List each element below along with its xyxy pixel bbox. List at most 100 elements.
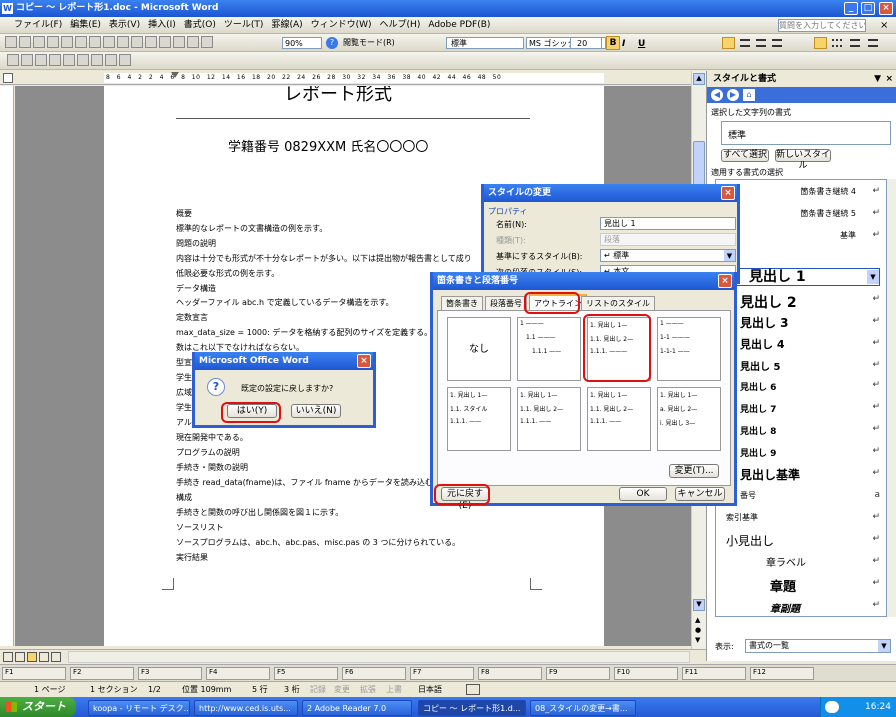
no-button[interactable]: いいえ(N) bbox=[291, 404, 341, 418]
style-item[interactable]: 見出し 9 bbox=[740, 446, 776, 459]
ruler-corner-icon[interactable] bbox=[3, 73, 13, 83]
fkey-button[interactable]: F4 bbox=[206, 667, 270, 680]
outline-option[interactable]: 1. 見出し 1— 1.1. スタイル 1.1.1. —— bbox=[447, 387, 511, 451]
bold-button[interactable]: B bbox=[606, 36, 620, 50]
style-item[interactable]: 見出し 7 bbox=[740, 402, 776, 415]
maximize-icon[interactable]: □ bbox=[861, 2, 875, 15]
bullets-close-icon[interactable]: × bbox=[718, 274, 732, 288]
style-item[interactable]: 章副題 bbox=[770, 600, 800, 615]
fkey-button[interactable]: F9 bbox=[546, 667, 610, 680]
prev-page-icon[interactable]: ▲ bbox=[695, 616, 700, 624]
copy-icon[interactable] bbox=[131, 35, 143, 48]
align-left-button[interactable] bbox=[722, 37, 735, 49]
selected-format-box[interactable]: 標準 bbox=[721, 121, 891, 145]
combine-icon[interactable] bbox=[63, 53, 75, 66]
start-button[interactable]: スタート bbox=[0, 697, 76, 717]
menu-view[interactable]: 表示(V) bbox=[109, 20, 140, 30]
status-trk[interactable]: 変更 bbox=[334, 682, 350, 697]
fkey-button[interactable]: F6 bbox=[342, 667, 406, 680]
help-icon[interactable]: ? bbox=[326, 37, 338, 49]
status-ovr[interactable]: 上書 bbox=[386, 682, 402, 697]
menu-insert[interactable]: 挿入(I) bbox=[148, 20, 176, 30]
home-icon[interactable]: ⌂ bbox=[743, 89, 755, 101]
align-center-icon[interactable] bbox=[740, 39, 750, 47]
align-right-icon[interactable] bbox=[756, 39, 766, 47]
cancel-button[interactable]: キャンセル bbox=[675, 487, 725, 501]
outline-option[interactable]: 1. 見出し 1— 1.1. 見出し 2— 1.1.1. —— bbox=[587, 387, 651, 451]
menu-format[interactable]: 書式(O) bbox=[184, 20, 216, 30]
style-item[interactable]: 見出し基準 bbox=[740, 466, 800, 483]
status-rec[interactable]: 記録 bbox=[310, 682, 326, 697]
forward-icon[interactable]: ▶ bbox=[727, 89, 739, 101]
menu-file[interactable]: ファイル(F) bbox=[14, 20, 62, 30]
outline-option[interactable]: 1. 見出し 1— a. 見出し 2— i. 見出し 3— bbox=[657, 387, 721, 451]
fkey-button[interactable]: F7 bbox=[410, 667, 474, 680]
undo-icon[interactable] bbox=[159, 35, 171, 48]
style-item[interactable]: 章ラベル bbox=[766, 554, 806, 569]
message-box-close-icon[interactable]: × bbox=[357, 354, 371, 368]
close-document-icon[interactable]: × bbox=[880, 18, 888, 33]
style-item[interactable]: 見出し 2 bbox=[740, 292, 797, 312]
taskbar-item[interactable]: 08_スタイルの変更→書... bbox=[530, 700, 636, 716]
spelling-status-icon[interactable] bbox=[466, 684, 480, 695]
preview-icon[interactable] bbox=[75, 35, 87, 48]
style-item[interactable]: 小見出し bbox=[726, 532, 774, 549]
style-item[interactable]: 見出し 6 bbox=[740, 380, 776, 393]
reading-mode-button[interactable]: 閲覧モード(R) bbox=[343, 36, 395, 50]
italic-button[interactable]: I bbox=[622, 36, 625, 51]
phonetic-icon[interactable] bbox=[21, 53, 33, 66]
new-icon[interactable] bbox=[5, 35, 17, 48]
fkey-button[interactable]: F12 bbox=[750, 667, 814, 680]
select-browse-icon[interactable]: ● bbox=[695, 626, 701, 634]
style-item[interactable]: 見出し 5 bbox=[740, 358, 780, 373]
fkey-button[interactable]: F2 bbox=[70, 667, 134, 680]
fkey-button[interactable]: F5 bbox=[274, 667, 338, 680]
table-icon[interactable] bbox=[201, 35, 213, 48]
research-icon[interactable] bbox=[103, 35, 115, 48]
outdent-icon[interactable] bbox=[868, 39, 878, 47]
style-select[interactable]: 標準 bbox=[446, 37, 524, 49]
ime-icon[interactable] bbox=[825, 701, 839, 713]
fkey-button[interactable]: F10 bbox=[614, 667, 678, 680]
tab-list-style[interactable]: リストのスタイル bbox=[581, 296, 655, 310]
draw-icon[interactable] bbox=[7, 53, 19, 66]
redo-icon[interactable] bbox=[173, 35, 185, 48]
fkey-button[interactable]: F1 bbox=[2, 667, 66, 680]
indent-icon[interactable] bbox=[850, 39, 860, 47]
font-size-select[interactable]: 20 bbox=[570, 37, 602, 49]
style-item[interactable]: 見出し 3 bbox=[740, 314, 789, 331]
web-view-icon[interactable] bbox=[15, 652, 25, 662]
normal-view-icon[interactable] bbox=[3, 652, 13, 662]
tab-bullets[interactable]: 箇条書き bbox=[441, 296, 483, 310]
line-icon[interactable] bbox=[77, 53, 89, 66]
document-hscrollbar[interactable] bbox=[68, 651, 690, 663]
indent-marker-icon[interactable] bbox=[171, 72, 179, 78]
menu-table[interactable]: 罫線(A) bbox=[271, 20, 302, 30]
bullets-icon[interactable] bbox=[832, 39, 842, 47]
name-input[interactable]: 見出し 1 bbox=[600, 217, 736, 230]
back-icon[interactable]: ◀ bbox=[711, 89, 723, 101]
next-page-icon[interactable]: ▼ bbox=[695, 636, 700, 644]
spelling-icon[interactable] bbox=[89, 35, 101, 48]
style-item[interactable]: 見出し 8 bbox=[740, 424, 776, 437]
fkey-button[interactable]: F11 bbox=[682, 667, 746, 680]
justify-icon[interactable] bbox=[772, 39, 782, 47]
task-pane-close-icon[interactable]: × bbox=[885, 71, 893, 87]
base-dropdown-icon[interactable]: ▼ bbox=[724, 250, 735, 261]
style-change-close-icon[interactable]: × bbox=[721, 186, 735, 200]
style-item[interactable]: 箇条書き継続 4 bbox=[800, 186, 856, 197]
taskbar-item[interactable]: http://www.ced.is.uts... bbox=[194, 700, 298, 716]
style-item[interactable]: 基準 bbox=[840, 230, 856, 241]
style-list-scrollbar[interactable] bbox=[887, 179, 896, 617]
status-ext[interactable]: 拡張 bbox=[360, 682, 376, 697]
show-dropdown-icon[interactable]: ▼ bbox=[878, 640, 890, 652]
style-item-selected[interactable]: 見出し 1 ▼ bbox=[720, 268, 880, 286]
tab-numbering[interactable]: 段落番号 bbox=[485, 296, 527, 310]
permission-icon[interactable] bbox=[47, 35, 59, 48]
hyperlink-icon[interactable] bbox=[187, 35, 199, 48]
new-style-button[interactable]: 新しいスタイル bbox=[775, 149, 831, 171]
ok-button[interactable]: OK bbox=[619, 487, 667, 501]
menu-window[interactable]: ウィンドウ(W) bbox=[311, 20, 372, 30]
help-search-input[interactable] bbox=[778, 19, 866, 32]
outline-option[interactable]: 1 ——— 1-1 ——— 1-1-1 —— bbox=[657, 317, 721, 381]
